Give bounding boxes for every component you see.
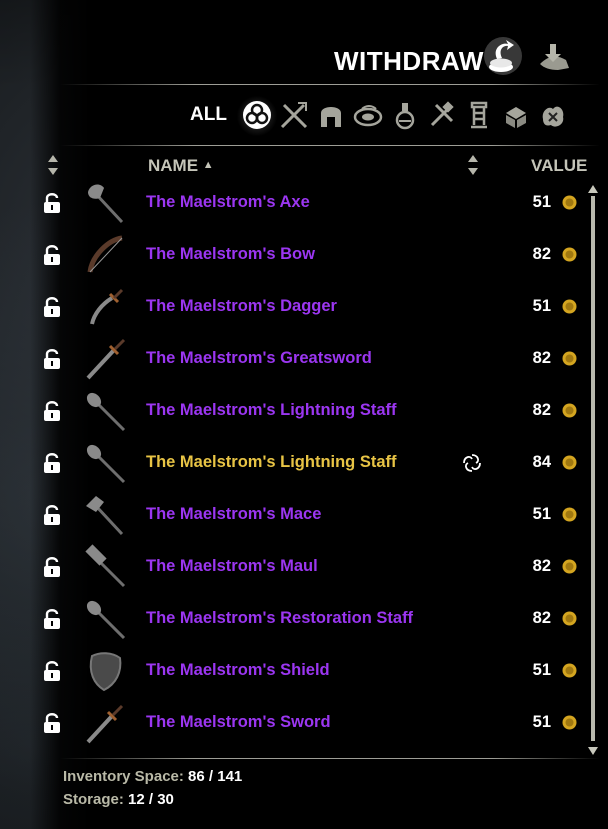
staff-icon bbox=[86, 392, 126, 432]
item-value: 51 bbox=[532, 661, 551, 679]
gold-coin-icon bbox=[562, 351, 577, 366]
staff-icon bbox=[86, 444, 126, 484]
window-title: WITHDRAW bbox=[334, 46, 484, 76]
item-name: The Maelstrom's Bow bbox=[146, 245, 315, 263]
inventory-space-label: Inventory Space: bbox=[63, 768, 184, 785]
research-trait-icon bbox=[463, 454, 481, 472]
scroll-down-button[interactable] bbox=[587, 746, 599, 756]
item-value: 84 bbox=[532, 453, 551, 471]
gold-coin-icon bbox=[562, 195, 577, 210]
inventory-space: Inventory Space: 86 / 141 bbox=[63, 768, 242, 785]
list-item[interactable]: The Maelstrom's Greatsword 82 bbox=[0, 332, 600, 384]
gold-coin-icon bbox=[562, 507, 577, 522]
list-item[interactable]: The Maelstrom's Dagger 51 bbox=[0, 280, 600, 332]
materials-icon[interactable] bbox=[389, 99, 421, 131]
gold-coin-icon bbox=[562, 403, 577, 418]
item-name: The Maelstrom's Sword bbox=[146, 713, 331, 731]
scroll-up-button[interactable] bbox=[587, 184, 599, 194]
item-name: The Maelstrom's Shield bbox=[146, 661, 330, 679]
gold-coin-icon bbox=[562, 455, 577, 470]
quest-items-icon[interactable] bbox=[463, 99, 495, 131]
all-items-icon[interactable] bbox=[241, 99, 273, 131]
footer-divider bbox=[60, 758, 600, 759]
list-item[interactable]: The Maelstrom's Mace 51 bbox=[0, 488, 600, 540]
item-value: 51 bbox=[532, 297, 551, 315]
item-name: The Maelstrom's Dagger bbox=[146, 297, 337, 315]
lock-icon[interactable] bbox=[43, 556, 61, 578]
list-item[interactable]: The Maelstrom's Restoration Staff 82 bbox=[0, 592, 600, 644]
lock-icon[interactable] bbox=[43, 608, 61, 630]
item-value: 51 bbox=[532, 505, 551, 523]
junk-icon[interactable] bbox=[537, 99, 569, 131]
gold-coin-icon bbox=[562, 559, 577, 574]
maul-icon bbox=[85, 544, 126, 588]
gold-coin-icon bbox=[562, 247, 577, 262]
item-value: 82 bbox=[532, 609, 551, 627]
item-value: 82 bbox=[532, 401, 551, 419]
list-item[interactable]: The Maelstrom's Lightning Staff 82 bbox=[0, 384, 600, 436]
lock-icon[interactable] bbox=[43, 348, 61, 370]
lock-icon[interactable] bbox=[43, 712, 61, 734]
item-name: The Maelstrom's Restoration Staff bbox=[146, 609, 414, 627]
item-name: The Maelstrom's Greatsword bbox=[146, 349, 372, 367]
item-value: 82 bbox=[532, 349, 551, 367]
inventory-space-value: 86 / 141 bbox=[188, 768, 243, 785]
storage-label: Storage: bbox=[63, 791, 124, 808]
list-item[interactable]: The Maelstrom's Lightning Staff 84 bbox=[0, 436, 600, 488]
gold-coin-icon bbox=[562, 299, 577, 314]
item-value: 82 bbox=[532, 557, 551, 575]
filter-divider bbox=[60, 145, 600, 146]
list-item[interactable]: The Maelstrom's Bow 82 bbox=[0, 228, 600, 280]
greatsword-icon bbox=[86, 338, 126, 380]
lock-icon[interactable] bbox=[43, 400, 61, 422]
shield-icon bbox=[89, 652, 122, 692]
column-name-header[interactable]: NAME ▲ bbox=[148, 156, 214, 176]
item-value: 51 bbox=[532, 193, 551, 211]
sword-icon bbox=[86, 704, 124, 744]
staff-icon bbox=[86, 600, 126, 640]
lock-icon[interactable] bbox=[43, 192, 61, 214]
consumables-icon[interactable] bbox=[352, 99, 384, 131]
deposit-icon[interactable] bbox=[536, 40, 574, 74]
axe-icon bbox=[88, 184, 124, 224]
withdraw-icon[interactable] bbox=[484, 34, 522, 78]
lock-icon[interactable] bbox=[43, 660, 61, 682]
lock-icon[interactable] bbox=[43, 452, 61, 474]
list-item[interactable]: The Maelstrom's Shield 51 bbox=[0, 644, 600, 696]
crafting-station-icon[interactable] bbox=[500, 99, 532, 131]
list-item[interactable]: The Maelstrom's Maul 82 bbox=[0, 540, 600, 592]
column-value-header[interactable]: VALUE bbox=[531, 156, 587, 176]
mace-icon bbox=[86, 496, 124, 536]
bow-icon bbox=[87, 235, 123, 273]
gold-coin-icon bbox=[562, 663, 577, 678]
lock-icon[interactable] bbox=[43, 504, 61, 526]
gold-coin-icon bbox=[562, 715, 577, 730]
item-name: The Maelstrom's Maul bbox=[146, 557, 318, 575]
item-name: The Maelstrom's Mace bbox=[146, 505, 322, 523]
list-item[interactable]: The Maelstrom's Axe 51 bbox=[0, 176, 600, 228]
scrollbar-thumb[interactable] bbox=[591, 196, 595, 741]
lock-icon[interactable] bbox=[43, 296, 61, 318]
gold-coin-icon bbox=[562, 611, 577, 626]
lock-icon[interactable] bbox=[43, 244, 61, 266]
list-item[interactable]: The Maelstrom's Sword 51 bbox=[0, 696, 600, 748]
sort-toggle-icon[interactable] bbox=[47, 153, 59, 177]
header-divider bbox=[60, 84, 600, 85]
dagger-icon bbox=[90, 288, 124, 325]
sort-ascending-icon: ▲ bbox=[202, 159, 214, 171]
item-value: 82 bbox=[532, 245, 551, 263]
item-name: The Maelstrom's Lightning Staff bbox=[146, 453, 397, 471]
filter-all-label[interactable]: ALL bbox=[190, 104, 227, 126]
furnishing-icon[interactable] bbox=[426, 99, 458, 131]
storage-value: 12 / 30 bbox=[128, 791, 174, 808]
trait-sort-toggle-icon[interactable] bbox=[467, 153, 479, 177]
storage-space: Storage: 12 / 30 bbox=[63, 791, 174, 808]
item-name: The Maelstrom's Axe bbox=[146, 193, 310, 211]
item-name: The Maelstrom's Lightning Staff bbox=[146, 401, 397, 419]
item-value: 51 bbox=[532, 713, 551, 731]
weapons-icon[interactable] bbox=[278, 99, 310, 131]
apparel-icon[interactable] bbox=[315, 99, 347, 131]
